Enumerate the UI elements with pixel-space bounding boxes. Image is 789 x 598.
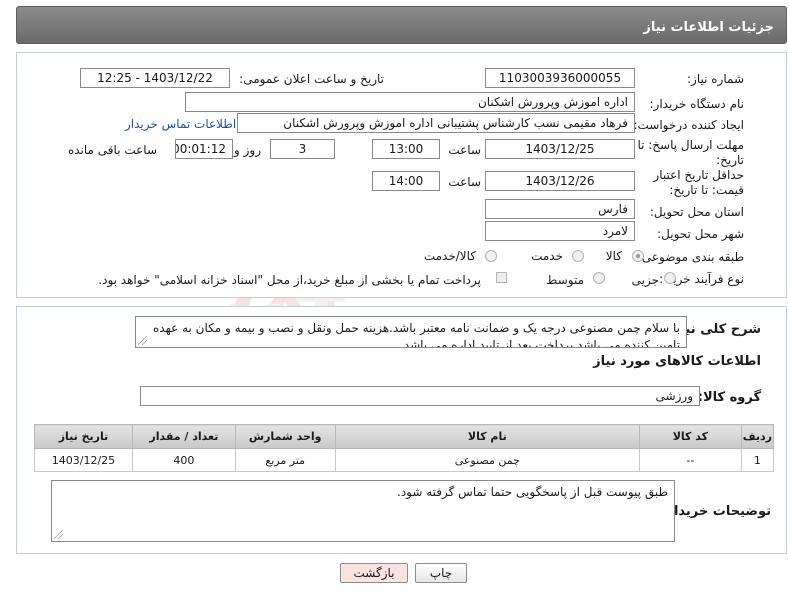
price-validity-date-field: 1403/12/26 (485, 171, 635, 191)
category-option-goods: کالا (605, 249, 622, 263)
reply-days-label: روز و (234, 143, 261, 157)
col-date: تاریخ نیاز (34, 424, 133, 449)
row-unit: متر مربع (234, 448, 336, 472)
row-index: 1 (740, 448, 775, 472)
resize-grip-icon[interactable] (138, 336, 147, 345)
requester-field: فرهاد مقیمی نسب کارشناس پشتیبانی اداره ا… (237, 113, 635, 133)
description-textarea: با سلام چمن مصنوعی درجه یک و ضمانت نامه … (135, 316, 687, 348)
price-validity-label-text: حداقل تاریخ اعتبار قیمت: تا تاریخ: (653, 168, 744, 197)
col-index: ردیف (740, 424, 775, 449)
process-radio-medium[interactable] (593, 272, 605, 284)
treasury-bonds-label: پرداخت تمام یا بخشی از مبلغ خرید،از محل … (98, 273, 481, 287)
price-validity-time-label: ساعت (448, 175, 481, 189)
goods-group-field: ورزشی (140, 386, 700, 406)
table-row: 1 -- چمن مصنوعی متر مربع 400 1403/12/25 (34, 448, 775, 472)
buyer-contact-link[interactable]: اطلاعات تماس خریدار (125, 117, 236, 131)
goods-group-label: گروه کالا: (697, 390, 761, 405)
reply-deadline-date-field: 1403/12/25 (485, 139, 635, 159)
row-qty: 400 (131, 448, 236, 472)
goods-table-header: ردیف کد کالا نام کالا واحد شمارش تعداد /… (34, 424, 775, 449)
category-option-both: کالا/خدمت (423, 249, 476, 263)
page-header: جزئیات اطلاعات نیاز (16, 6, 787, 44)
reply-deadline-time-label: ساعت (448, 143, 481, 157)
buyer-notes-label: توضیحات خریدار: (661, 504, 771, 519)
goods-table: ردیف کد کالا نام کالا واحد شمارش تعداد /… (34, 424, 775, 472)
category-radio-both[interactable] (485, 250, 497, 262)
process-option-medium: متوسط (546, 273, 584, 287)
row-date: 1403/12/25 (34, 448, 133, 472)
resize-grip-icon[interactable] (54, 530, 63, 539)
need-number-label: شماره نیاز: (687, 72, 744, 86)
process-radio-minor[interactable] (664, 272, 676, 284)
back-button[interactable]: بازگشت (340, 563, 408, 583)
reply-deadline-time-field: 13:00 (372, 139, 440, 159)
page-title: جزئیات اطلاعات نیاز (643, 20, 774, 35)
goods-section-title: اطلاعات کالاهای مورد نیاز (593, 354, 761, 369)
category-radio-service[interactable] (572, 250, 584, 262)
announce-datetime-label: تاریخ و ساعت اعلان عمومی: (239, 72, 384, 86)
city-label: شهر محل تحویل: (657, 227, 744, 241)
province-field: فارس (485, 199, 635, 219)
province-label: استان محل تحویل: (649, 205, 744, 219)
process-option-minor: جزیی (631, 273, 659, 287)
announce-datetime-field: 1403/12/22 - 12:25 (80, 68, 230, 88)
reply-deadline-label-text: مهلت ارسال پاسخ: تا تاریخ: (637, 138, 744, 167)
category-radio-goods[interactable] (632, 250, 644, 262)
remaining-time-field: 00:01:12 (175, 139, 233, 159)
buyer-notes-textarea: طبق پیوست قبل از پاسخگویی حتما تماس گرفت… (51, 480, 675, 542)
col-unit: واحد شمارش (234, 424, 336, 449)
requester-label: ایجاد کننده درخواست: (633, 118, 744, 132)
price-validity-time-field: 14:00 (372, 171, 440, 191)
remaining-time-label: ساعت باقی مانده (67, 143, 157, 157)
col-code: کد کالا (638, 424, 742, 449)
category-option-service: خدمت (531, 249, 563, 263)
col-qty: تعداد / مقدار (131, 424, 236, 449)
need-number-field: 1103003936000055 (485, 68, 635, 88)
print-button[interactable]: چاپ (415, 563, 467, 583)
buyer-org-field: اداره اموزش وپرورش اشکنان (185, 92, 635, 112)
treasury-bonds-checkbox[interactable] (496, 272, 507, 283)
category-label: طبقه بندی موضوعی: (637, 250, 744, 264)
reply-days-field: 3 (270, 139, 335, 159)
city-field: لامرد (485, 221, 635, 241)
row-code: -- (638, 448, 742, 472)
reply-deadline-label: مهلت ارسال پاسخ: تا تاریخ: (634, 138, 744, 168)
row-name: چمن مصنوعی (334, 448, 640, 472)
col-name: نام کالا (334, 424, 640, 449)
buyer-org-label: نام دستگاه خریدار: (649, 97, 745, 111)
description-text: با سلام چمن مصنوعی درجه یک و ضمانت نامه … (152, 321, 680, 348)
buyer-notes-text: طبق پیوست قبل از پاسخگویی حتما تماس گرفت… (397, 485, 668, 499)
price-validity-label: حداقل تاریخ اعتبار قیمت: تا تاریخ: (634, 168, 744, 198)
